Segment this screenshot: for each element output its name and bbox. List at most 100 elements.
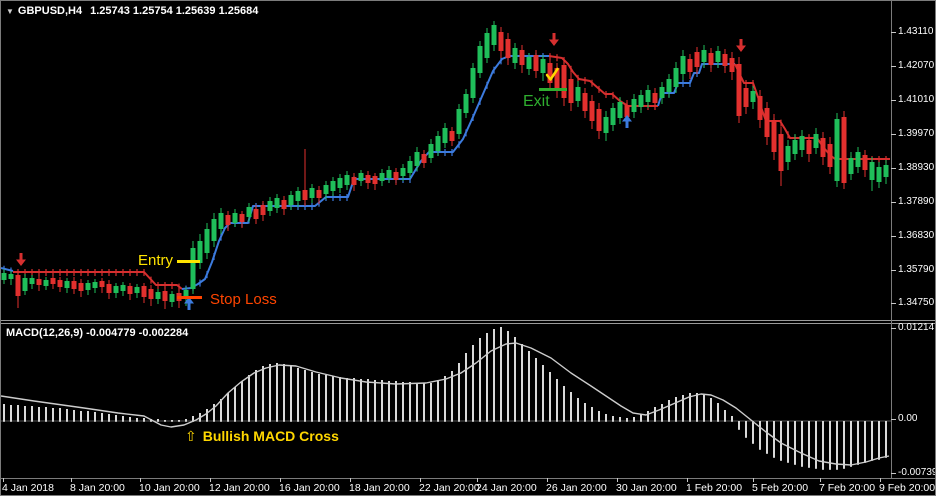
macd-axis-label: 0.00: [898, 413, 918, 424]
ohlc-quotes: 1.25743 1.25754 1.25639 1.25684: [90, 5, 259, 17]
time-axis-tick: [3, 478, 4, 482]
bull-candle: [666, 79, 672, 92]
price-axis-label: 1.35790: [898, 264, 935, 275]
price-axis-tick: [891, 303, 896, 304]
bear-candle: [15, 275, 21, 296]
bear-candle: [253, 209, 259, 219]
price-axis-tick: [891, 100, 896, 101]
bull-candle: [113, 286, 119, 293]
bull-candle: [169, 294, 175, 302]
bull-candle: [267, 201, 273, 211]
bear-candle: [778, 134, 784, 171]
exit-price-line: [539, 88, 567, 91]
bull-candle: [1, 273, 7, 280]
bull-candle: [785, 146, 791, 162]
time-axis-tick: [477, 478, 478, 482]
bull-candle: [120, 285, 126, 291]
bull-candle: [813, 134, 819, 148]
bear-candle: [743, 88, 749, 107]
bull-candle: [540, 59, 546, 73]
macd-axis-label: -0.007399: [898, 467, 935, 478]
time-axis-tick: [820, 478, 821, 482]
bear-candle: [841, 117, 847, 183]
bear-candle: [127, 286, 133, 294]
bear-candle: [498, 32, 504, 51]
bull-candle: [330, 181, 336, 191]
bear-candle: [505, 39, 511, 58]
entry-annotation: Entry: [138, 252, 174, 269]
time-axis-tick: [420, 478, 421, 482]
bear-candle: [519, 50, 525, 65]
bear-candle: [393, 172, 399, 180]
bull-candle: [92, 282, 98, 288]
bull-candle: [344, 175, 350, 185]
time-axis-label: 18 Jan 20:00: [349, 482, 410, 494]
bull-candle: [323, 185, 329, 194]
entry-price-line: [177, 260, 200, 263]
bear-candle: [589, 101, 595, 121]
symbol-dropdown-icon[interactable]: ▼: [6, 7, 14, 16]
price-chart-canvas[interactable]: [1, 1, 891, 320]
bear-candle: [50, 278, 56, 284]
bear-candle: [106, 284, 112, 293]
bull-candle: [309, 188, 315, 198]
bear-candle: [36, 279, 42, 285]
price-axis-tick: [891, 134, 896, 135]
bull-candle: [477, 46, 483, 73]
time-axis-label: 22 Jan 20:00: [419, 482, 480, 494]
time-axis-label: 24 Jan 20:00: [476, 482, 537, 494]
bull-candle: [442, 128, 448, 143]
time-axis-tick: [210, 478, 211, 482]
price-axis-label: 1.43110: [898, 26, 934, 37]
bull-candle: [64, 281, 70, 288]
time-axis-label: 8 Jan 20:00: [70, 482, 125, 494]
bear-candle: [57, 280, 63, 287]
bull-candle: [792, 140, 798, 154]
bull-candle: [22, 278, 28, 291]
bear-candle: [99, 281, 105, 287]
bull-candle: [29, 278, 35, 284]
bear-candle: [757, 96, 763, 120]
bear-candle: [722, 54, 728, 66]
bull-candle: [246, 207, 252, 217]
bear-candle: [71, 281, 77, 289]
bear-candle: [162, 291, 168, 301]
chart-window: ▼ GBPUSD,H4 1.25743 1.25754 1.25639 1.2568…: [0, 0, 936, 496]
macd-canvas[interactable]: [1, 324, 891, 478]
panel-divider[interactable]: [1, 320, 935, 324]
sell-arrow-icon: [16, 253, 26, 266]
bear-candle: [862, 155, 868, 170]
bull-candle: [232, 213, 238, 223]
bear-candle: [568, 79, 574, 103]
price-axis-tick: [891, 236, 896, 237]
bull-candle: [610, 108, 616, 125]
bullish-up-arrow-icon: ⇧: [185, 428, 197, 444]
symbol-timeframe: GBPUSD,H4: [17, 5, 83, 17]
bull-candle: [526, 57, 532, 69]
bull-candle: [435, 136, 441, 151]
bull-candle: [855, 152, 861, 167]
bull-candle: [414, 152, 420, 166]
bear-candle: [281, 200, 287, 209]
bull-candle: [575, 87, 581, 101]
bear-candle: [694, 52, 700, 67]
time-axis-label: 16 Jan 20:00: [279, 482, 340, 494]
macd-axis-tick: [891, 473, 896, 474]
time-axis-tick: [547, 478, 548, 482]
bull-candle: [400, 168, 406, 176]
bull-candle: [386, 170, 392, 178]
bear-candle: [225, 215, 231, 225]
time-axis-label: 9 Feb 20:00: [879, 482, 936, 494]
bull-candle: [470, 68, 476, 98]
time-axis-label: 10 Jan 20:00: [139, 482, 200, 494]
bull-candle: [750, 91, 756, 102]
time-axis-border: [1, 478, 935, 479]
bull-candle: [463, 94, 469, 113]
bull-candle: [274, 198, 280, 208]
bull-candle: [484, 33, 490, 58]
bull-candle: [337, 178, 343, 188]
bull-candle: [407, 161, 413, 173]
stop-loss-annotation: Stop Loss: [210, 291, 277, 308]
bear-candle: [421, 154, 427, 163]
macd-axis-label: 0.01214: [898, 322, 935, 333]
